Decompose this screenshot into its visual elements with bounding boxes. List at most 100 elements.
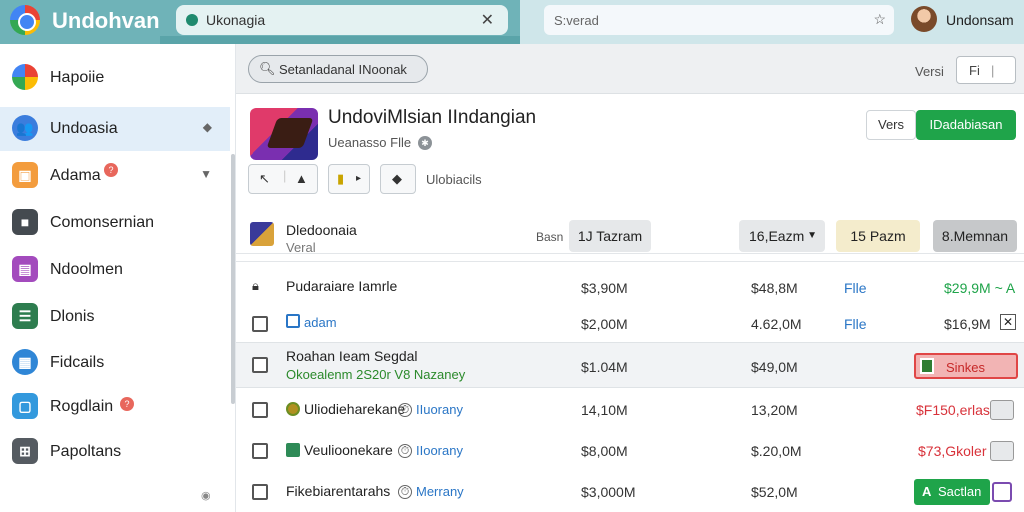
row-col1: $2,00M xyxy=(581,316,628,332)
pin-button[interactable]: ◆ xyxy=(380,164,416,194)
people-icon: 👥 xyxy=(12,115,38,141)
toolbar-divider: | xyxy=(283,168,287,183)
row-action-button[interactable]: A Sactlan xyxy=(914,479,990,505)
close-box-icon[interactable]: ✕ xyxy=(1000,314,1016,330)
chat-icon: ▤ xyxy=(12,256,38,282)
chip-pazm[interactable]: 15 Pazm xyxy=(836,220,920,252)
row-col2: $49,0M xyxy=(751,359,798,375)
user-name[interactable]: Undonsam xyxy=(946,12,1014,28)
doc-icon: ☰ xyxy=(12,303,38,329)
table-row[interactable]: adam $2,00M 4.62,0M Flle $16,9M ✕ xyxy=(236,306,1024,340)
row-checkbox[interactable] xyxy=(252,443,268,459)
summary-thumbnail xyxy=(250,222,274,246)
tab-favicon-icon xyxy=(186,14,198,26)
frame-icon: ▢ xyxy=(12,393,38,419)
row-col3-link[interactable]: Flle xyxy=(844,316,867,332)
table-row[interactable]: Veulioonekare ⏱ IIoorany $8,00M $.20,0M … xyxy=(236,431,1024,471)
notification-badge: ? xyxy=(104,163,118,177)
sidebar-item-dlonis[interactable]: ☰ Dlonis xyxy=(0,295,230,339)
search-placeholder: Setanladanal INoonak xyxy=(279,62,407,77)
forward-icon[interactable]: ▲ xyxy=(295,171,308,186)
table-row[interactable]: Uliodieharekane ⏱ IIuorany 14,10M 13,20M… xyxy=(236,390,1024,430)
dropdown-arrow-icon: ▸ xyxy=(356,173,362,184)
sidebar-item-papoltans[interactable]: ⊞ Papoltans xyxy=(0,430,230,474)
info-icon[interactable]: ✱ xyxy=(418,136,432,150)
row-meta-link[interactable]: IIoorany xyxy=(416,443,463,458)
row-name[interactable]: Pudaraiare Iamrle xyxy=(286,278,397,294)
row-col2: $.20,0M xyxy=(751,443,802,459)
row-col2: $52,0M xyxy=(751,484,798,500)
sidebar-item-label: Undoasia xyxy=(50,120,118,137)
app-logo-icon[interactable] xyxy=(10,5,40,35)
address-bar[interactable]: S:verad ☆ xyxy=(544,5,894,35)
action-icon: A xyxy=(922,484,932,499)
row-col3-link[interactable]: Flle xyxy=(844,280,867,296)
collapse-icon[interactable]: ◉ xyxy=(201,489,211,502)
row-checkbox[interactable] xyxy=(252,357,268,373)
primary-action-button[interactable]: IDadabiasan xyxy=(916,110,1016,140)
grid-icon: ▦ xyxy=(12,349,38,375)
chevron-down-icon[interactable]: ▼ xyxy=(200,167,212,181)
sidebar-item-label: Rogdlain xyxy=(50,398,114,415)
vers-button[interactable]: Vers xyxy=(866,110,916,140)
table-row[interactable]: Fikebiarentarahs ⏱ Merrany $3,000M $52,0… xyxy=(236,472,1024,512)
sidebar-item-ndoolmen[interactable]: ▤ Ndoolmen xyxy=(0,248,230,292)
building-icon[interactable] xyxy=(990,441,1014,461)
sidebar-item-label: Hapoiie xyxy=(50,69,105,86)
puzzle-icon: ■ xyxy=(12,209,38,235)
corner-frame-icon[interactable] xyxy=(992,482,1012,502)
row-col1: $8,00M xyxy=(581,443,628,459)
notification-badge: ? xyxy=(120,397,134,411)
row-name[interactable]: Uliodieharekane xyxy=(304,401,405,417)
row-amount: $16,9M xyxy=(944,316,991,332)
row-checkbox[interactable] xyxy=(252,316,268,332)
browser-tab[interactable]: Ukonagia ✕ xyxy=(176,5,508,35)
row-name[interactable]: Veulioonekare xyxy=(304,442,393,458)
back-icon[interactable]: ↖ xyxy=(259,171,270,187)
sidebar-item-undoasia[interactable]: 👥 Undoasia ◆ xyxy=(0,107,230,151)
sidebar-item-home[interactable]: Hapoiie xyxy=(0,56,230,100)
row-amount: $29,9M ~ A xyxy=(944,280,1016,296)
chip-eazm-dropdown[interactable]: 16,Eazm ▼ xyxy=(739,220,825,252)
user-avatar[interactable] xyxy=(911,6,937,32)
sidebar-scrollbar[interactable] xyxy=(231,154,235,404)
sidebar-item-fidcails[interactable]: ▦ Fidcails xyxy=(0,341,230,385)
checkbox-icon xyxy=(286,314,300,328)
clock-icon: ⏱ xyxy=(398,444,412,458)
table-row-highlighted[interactable]: Roahan Ieam Segdal Okoealenm 2S20r V8 Na… xyxy=(236,342,1024,388)
row-name[interactable]: adam xyxy=(304,315,337,330)
row-meta-link[interactable]: IIuorany xyxy=(416,402,463,417)
highlight-icon: ▮ xyxy=(337,171,345,186)
chevron-down-icon: ▼ xyxy=(807,230,817,241)
search-input[interactable]: 🔍︎ Setanladanal INoonak xyxy=(248,55,428,83)
chip-memnan[interactable]: 8.Memnan xyxy=(933,220,1017,252)
row-meta-link[interactable]: Merrany xyxy=(416,484,464,499)
sidebar-item-label: Papoltans xyxy=(50,443,122,460)
row-name[interactable]: Fikebiarentarahs xyxy=(286,483,390,499)
sidebar-item-label: Fidcails xyxy=(50,354,105,371)
chevron-right-icon[interactable]: ◆ xyxy=(203,120,212,134)
tab-underline xyxy=(160,36,520,44)
box-icon: ▣ xyxy=(12,162,38,188)
row-subtext: Okoealenm 2S20r V8 Nazaney xyxy=(286,367,466,382)
calendar-icon[interactable] xyxy=(990,400,1014,420)
row-action-button[interactable]: Sinkes xyxy=(914,353,1018,379)
sidebar-item-comonsernian[interactable]: ■ Comonsernian xyxy=(0,201,230,245)
clock-icon: ⏱ xyxy=(398,403,412,417)
bookmark-star-icon[interactable]: ☆ xyxy=(873,11,886,28)
row-col1: $1.04M xyxy=(581,359,628,375)
row-name[interactable]: Roahan Ieam Segdal xyxy=(286,348,418,364)
row-action-label: Sinkes xyxy=(946,360,986,375)
tab-close-icon[interactable]: ✕ xyxy=(481,10,494,30)
sidebar-item-rogdlain[interactable]: ▢ Rogdlain ? xyxy=(0,385,230,429)
filter-select[interactable]: Fi | xyxy=(956,56,1016,84)
highlight-dropdown[interactable]: ▮ ▸ xyxy=(328,164,370,194)
back-forward-buttons[interactable]: ↖ | ▲ xyxy=(248,164,318,194)
chip-tazram[interactable]: 1J Tazram xyxy=(569,220,651,252)
leaf-icon xyxy=(286,443,300,457)
row-action-label: Sactlan xyxy=(938,484,982,499)
sidebar-item-adama[interactable]: ▣ Adama ? ▼ xyxy=(0,154,230,198)
row-checkbox[interactable] xyxy=(252,402,268,418)
row-checkbox[interactable] xyxy=(252,484,268,500)
table-row[interactable]: 🔒︎ Pudaraiare Iamrle $3,90M $48,8M Flle … xyxy=(236,268,1024,302)
